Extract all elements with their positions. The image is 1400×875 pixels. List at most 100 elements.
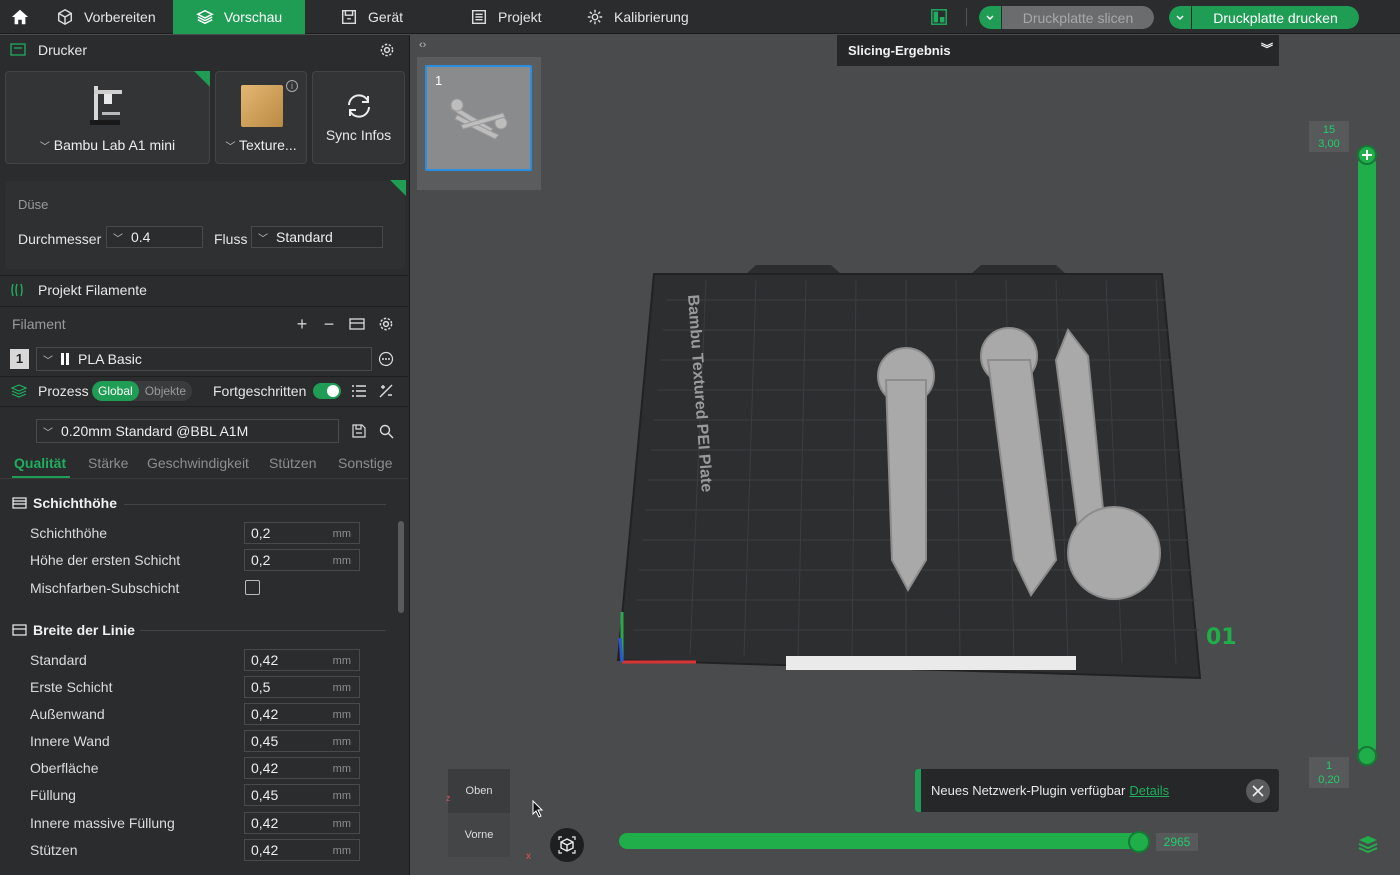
tab-others[interactable]: Sonstige <box>338 455 392 471</box>
slice-plate-button[interactable]: Druckplatte slicen <box>979 6 1154 29</box>
mix-color-sublayer-label: Mischfarben-Subschicht <box>30 580 180 596</box>
top-layer-number: 15 <box>1322 124 1336 136</box>
mix-color-sublayer-checkbox[interactable] <box>245 580 260 595</box>
line-width-infill-value: 0,45 <box>251 787 279 803</box>
unit-label: mm <box>332 709 351 721</box>
minus-icon: − <box>323 313 335 334</box>
filament-more-button[interactable] <box>377 350 395 368</box>
layer-height-input[interactable]: 0,2 mm <box>244 522 360 544</box>
layers-legend-icon[interactable] <box>1357 833 1379 855</box>
gear-icon <box>379 317 393 331</box>
close-icon <box>1252 785 1264 797</box>
filament-settings-button[interactable] <box>377 315 395 333</box>
printer-model-icon <box>90 86 122 125</box>
collapse-sidebar-icon[interactable]: ‹› <box>419 39 426 51</box>
scope-global[interactable]: Global <box>92 381 139 401</box>
process-list-button[interactable] <box>350 382 368 400</box>
layer-height-group-title: Schichthöhe <box>12 495 117 511</box>
divider <box>0 478 408 479</box>
notification-close-button[interactable] <box>1246 779 1270 803</box>
layer-range-slider[interactable] <box>1358 155 1376 756</box>
view-cube[interactable]: Oben Vorne z x <box>446 769 531 862</box>
remove-filament-button[interactable]: − <box>320 313 338 334</box>
filament-sync-button[interactable] <box>348 315 366 333</box>
filament-index: 1 <box>15 351 24 366</box>
plate-type-card[interactable]: i ﹀ Texture... <box>215 71 307 164</box>
layout-button[interactable] <box>930 0 948 34</box>
line-width-solid-infill-value: 0,42 <box>251 815 279 831</box>
unit-label: mm <box>332 818 351 830</box>
tab-preview[interactable]: Vorschau <box>173 0 305 34</box>
chevron-down-icon: ﹀ <box>258 233 268 245</box>
process-profile-select[interactable]: ﹀ 0.20mm Standard @BBL A1M <box>36 419 339 443</box>
plate-thumbnail[interactable]: 1 <box>425 65 532 171</box>
unit-label: mm <box>332 682 351 694</box>
tab-strength[interactable]: Stärke <box>88 455 128 471</box>
line-width-top-surface-input[interactable]: 0,42 mm <box>244 757 360 779</box>
line-width-solid-infill-label: Innere massive Füllung <box>30 815 175 831</box>
move-slider[interactable] <box>619 833 1142 849</box>
add-filament-button[interactable]: + <box>293 314 311 334</box>
chevron-down-icon <box>986 14 994 20</box>
printer-name-label: Bambu Lab A1 mini <box>53 137 176 153</box>
advanced-label: Fortgeschritten <box>213 383 307 399</box>
line-width-default-input[interactable]: 0,42 mm <box>244 649 360 671</box>
filament-select[interactable]: ﹀ PLA Basic <box>36 347 372 371</box>
line-width-outer-wall-input[interactable]: 0,42 mm <box>244 703 360 725</box>
diameter-select[interactable]: ﹀ 0.4 <box>106 226 203 248</box>
tab-device[interactable]: Gerät <box>340 0 403 34</box>
line-width-infill-input[interactable]: 0,45 mm <box>244 784 360 806</box>
scope-switch[interactable]: Global Objekte <box>92 381 193 401</box>
line-width-inner-wall-input[interactable]: 0,45 mm <box>244 730 360 752</box>
save-profile-button[interactable] <box>350 422 368 440</box>
line-width-first-layer-input[interactable]: 0,5 mm <box>244 676 360 698</box>
tab-speed[interactable]: Geschwindigkeit <box>147 455 249 471</box>
sync-info-button[interactable]: Sync Infos <box>312 71 405 164</box>
first-layer-height-input[interactable]: 0,2 mm <box>244 549 360 571</box>
expand-chevron-icon[interactable]: ︾ <box>1261 40 1273 57</box>
line-width-solid-infill-input[interactable]: 0,42 mm <box>244 812 360 834</box>
slicing-result-title: Slicing-Ergebnis <box>848 43 951 58</box>
tab-prepare[interactable]: Vorbereiten <box>56 0 156 34</box>
diameter-value: 0.4 <box>131 229 151 245</box>
printer-settings-button[interactable] <box>378 41 396 59</box>
move-slider-handle[interactable] <box>1128 831 1150 853</box>
slicing-result-panel[interactable]: Slicing-Ergebnis ︾ <box>837 35 1279 66</box>
toolbar-divider <box>966 8 967 26</box>
notification-details-link[interactable]: Details <box>1129 783 1169 798</box>
selected-check-icon <box>390 180 406 196</box>
tab-project[interactable]: Projekt <box>470 0 542 34</box>
bottom-layer-handle[interactable] <box>1357 746 1377 766</box>
line-width-support-input[interactable]: 0,42 mm <box>244 839 360 861</box>
printer-name[interactable]: ﹀ Bambu Lab A1 mini <box>6 137 209 153</box>
top-layer-handle[interactable] <box>1357 145 1377 165</box>
advanced-toggle[interactable] <box>313 383 341 399</box>
settings-tabs: Qualität Stärke Geschwindigkeit Stützen … <box>0 453 408 478</box>
printer-card[interactable]: ﹀ Bambu Lab A1 mini <box>5 71 210 164</box>
plate-name[interactable]: ﹀ Texture... <box>216 137 306 153</box>
scope-objects[interactable]: Objekte <box>139 381 192 401</box>
info-icon[interactable]: i <box>286 80 298 92</box>
print-plate-button[interactable]: Druckplatte drucken <box>1169 6 1359 29</box>
home-button[interactable] <box>6 0 34 34</box>
tab-support[interactable]: Stützen <box>269 455 316 471</box>
search-profile-button[interactable] <box>377 422 395 440</box>
slice-dropdown[interactable] <box>979 6 1002 29</box>
tab-quality[interactable]: Qualität <box>14 455 66 471</box>
unit-label: mm <box>332 655 351 667</box>
3d-viewport[interactable]: ‹› 1 Slicing-Ergebnis ︾ Bambu Textured P… <box>411 35 1400 875</box>
settings-scrollbar[interactable] <box>398 521 404 613</box>
view-mode-button[interactable] <box>550 828 584 862</box>
cube-view-icon <box>558 836 576 854</box>
flow-select[interactable]: ﹀ Standard <box>251 226 383 248</box>
print-dropdown[interactable] <box>1169 6 1192 29</box>
flow-label: Fluss <box>214 231 248 247</box>
view-cube-top[interactable]: Oben <box>448 769 510 813</box>
line-width-top-surface-value: 0,42 <box>251 760 279 776</box>
tab-calibration[interactable]: Kalibrierung <box>586 0 689 34</box>
unit-label: mm <box>332 845 351 857</box>
chevron-down-icon: ﹀ <box>225 142 236 153</box>
view-cube-front[interactable]: Vorne <box>448 813 510 857</box>
process-compare-button[interactable] <box>377 382 395 400</box>
divider <box>0 406 408 407</box>
